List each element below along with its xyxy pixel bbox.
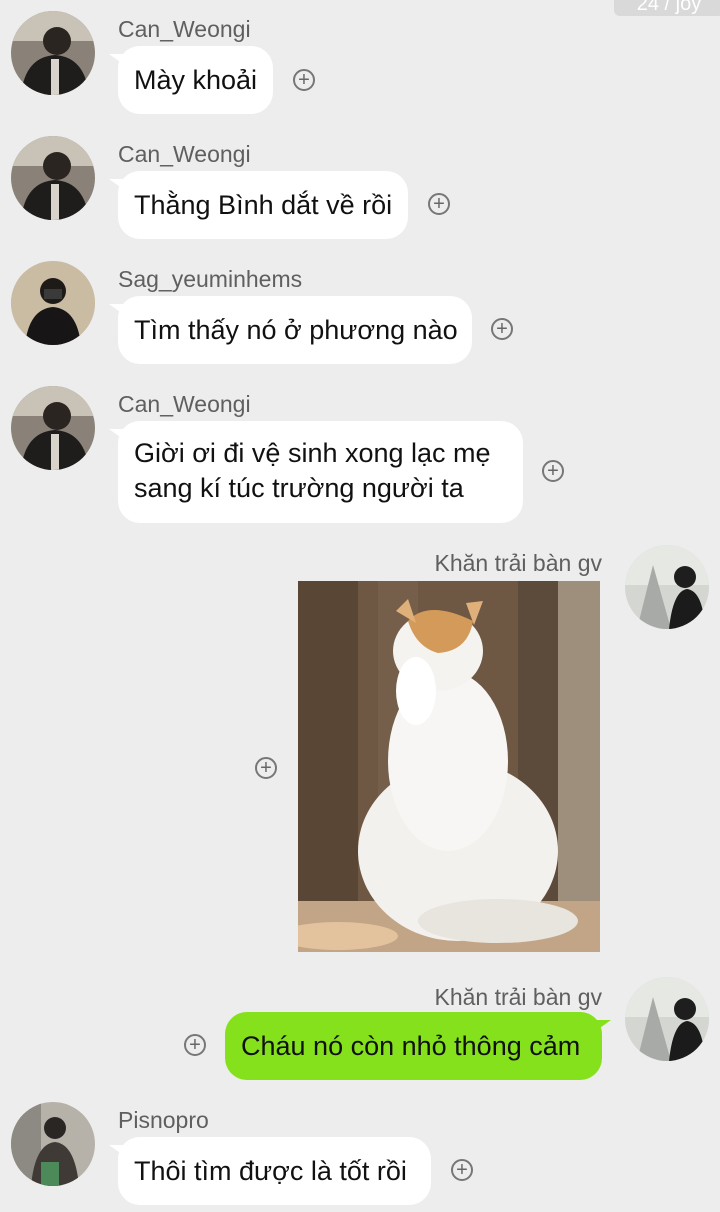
sender-name: Pisnopro	[118, 1107, 209, 1133]
avatar-sag-yeuminhems[interactable]	[11, 261, 95, 345]
avatar-pisnopro[interactable]	[11, 1102, 95, 1186]
message-bubble[interactable]: Mày khoải	[109, 46, 273, 114]
add-reaction-icon[interactable]: +	[451, 1159, 473, 1181]
message-bubble[interactable]: Giời ơi đi vệ sinh xong lạc mẹ sang kí t…	[109, 421, 523, 523]
avatar-khan-trai-ban-gv[interactable]	[625, 977, 709, 1061]
message-line: sang kí túc trường người ta	[134, 473, 464, 503]
add-reaction-icon[interactable]: +	[293, 69, 315, 91]
sender-name: Can_Weongi	[118, 391, 251, 417]
avatar-can-weongi[interactable]	[11, 136, 95, 220]
add-reaction-icon[interactable]: +	[542, 460, 564, 482]
sender-name: Sag_yeuminhems	[118, 266, 303, 292]
add-reaction-icon[interactable]: +	[428, 193, 450, 215]
sender-name: Can_Weongi	[118, 141, 251, 167]
add-reaction-icon[interactable]: +	[491, 318, 513, 340]
sender-name: Khăn trải bàn gv	[434, 984, 602, 1010]
message-bubble[interactable]: Thằng Bình dắt về rồi	[109, 171, 408, 239]
message-bubble[interactable]: Cháu nó còn nhỏ thông cảm	[225, 1012, 611, 1080]
avatar-khan-trai-ban-gv[interactable]	[625, 545, 709, 629]
message-bubble[interactable]: Thôi tìm được là tốt rồi	[109, 1137, 431, 1205]
add-reaction-icon[interactable]: +	[255, 757, 277, 779]
add-reaction-icon[interactable]: +	[184, 1034, 206, 1056]
message-bubble[interactable]: Tìm thấy nó ở phương nào	[109, 296, 472, 364]
sender-name: Khăn trải bàn gv	[434, 550, 602, 576]
sender-name: Can_Weongi	[118, 16, 251, 42]
top-badge: 24 / joy	[614, 0, 720, 16]
avatar-can-weongi[interactable]	[11, 386, 95, 470]
message-line: Giời ơi đi vệ sinh xong lạc mẹ	[134, 438, 491, 468]
praying-cat-photo[interactable]	[298, 581, 600, 952]
avatar-can-weongi[interactable]	[11, 11, 95, 95]
